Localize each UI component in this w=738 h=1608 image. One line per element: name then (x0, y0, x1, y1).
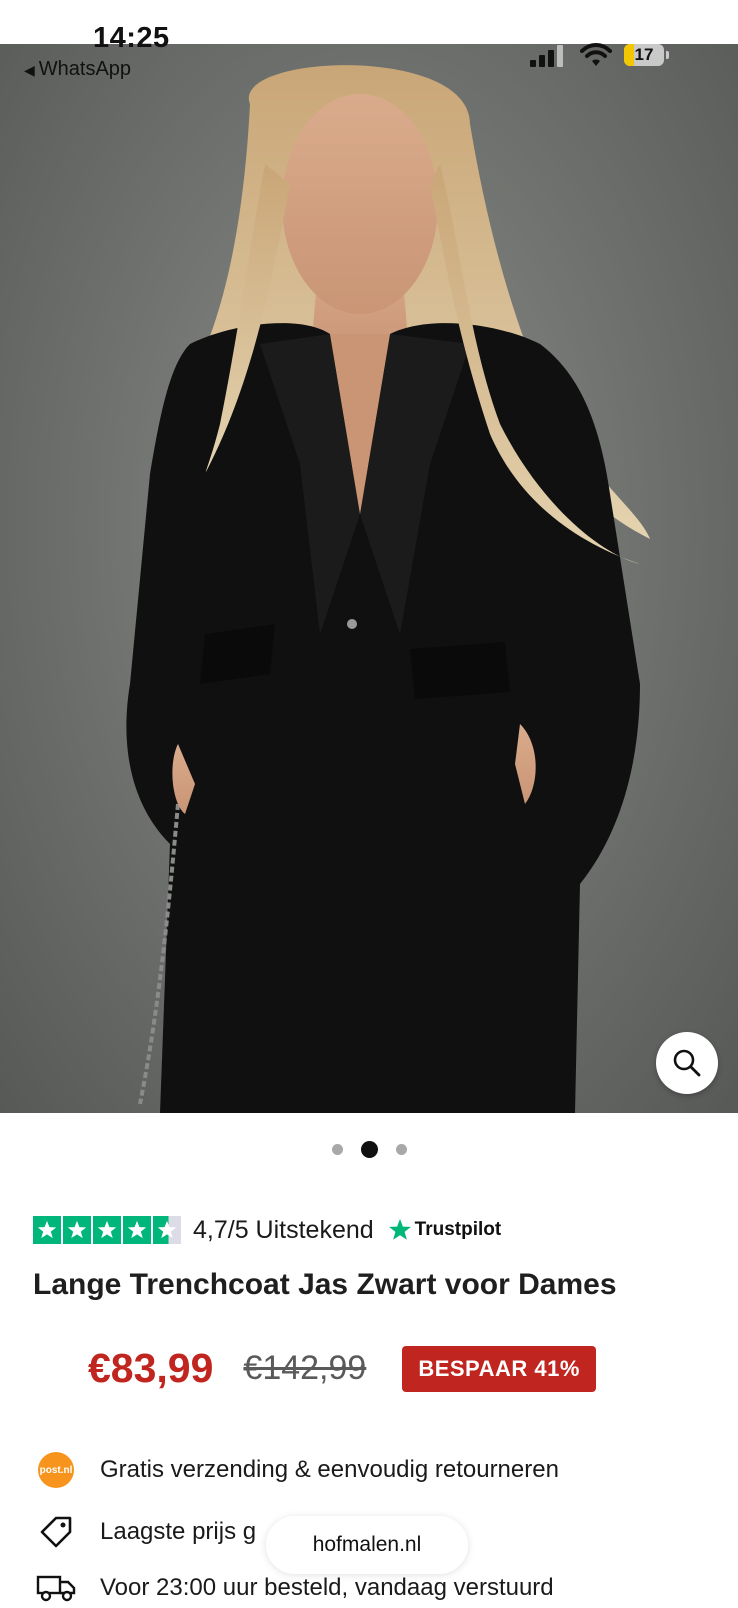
usp-lowest-price: Laagste prijs g (36, 1512, 256, 1552)
discount-badge: BESPAAR 41% (402, 1345, 596, 1392)
usp-text: Voor 23:00 uur besteld, vandaag verstuur… (100, 1574, 554, 1601)
carousel-dots (0, 1141, 738, 1158)
battery-percentage: 17 (634, 45, 654, 64)
status-time: 14:25 (93, 22, 170, 54)
usp-delivery: Voor 23:00 uur besteld, vandaag verstuur… (36, 1568, 554, 1608)
star-icon (153, 1216, 181, 1244)
cellular-signal-icon (530, 45, 563, 67)
carousel-dot[interactable] (331, 1144, 343, 1155)
carousel-dot[interactable] (360, 1141, 378, 1158)
star-icon (93, 1216, 121, 1244)
star-rating (33, 1216, 181, 1244)
url-text: hofmalen.nl (312, 1533, 422, 1556)
rating-score-text: 4,7/5 Uitstekend (193, 1215, 374, 1244)
back-to-app-link[interactable]: ◀ WhatsApp (24, 58, 131, 81)
battery-tip (666, 51, 669, 59)
star-icon (123, 1216, 151, 1244)
carousel-dot[interactable] (395, 1144, 407, 1155)
usp-text: Gratis verzending & eenvoudig retournere… (100, 1456, 559, 1483)
price-row: €83,99 €142,99 BESPAAR 41% (88, 1345, 596, 1392)
back-app-label: WhatsApp (38, 58, 132, 80)
trustpilot-star-icon (388, 1219, 411, 1240)
original-price: €142,99 (243, 1349, 367, 1387)
usp-free-shipping: post.nl Gratis verzending & eenvoudig re… (36, 1450, 559, 1490)
browser-address-bar[interactable]: hofmalen.nl (266, 1516, 468, 1574)
postnl-icon: post.nl (36, 1450, 76, 1490)
star-icon (33, 1216, 61, 1244)
delivery-truck-icon (36, 1568, 76, 1608)
model-illustration (126, 65, 650, 1113)
star-icon (63, 1216, 91, 1244)
back-triangle-icon: ◀ (24, 62, 35, 78)
battery-icon: 17 (624, 44, 664, 66)
zoom-image-button[interactable] (656, 1032, 718, 1094)
current-price: €83,99 (88, 1345, 214, 1391)
postnl-logo-text: post.nl (38, 1452, 74, 1488)
trustpilot-logo[interactable]: Trustpilot (388, 1218, 502, 1242)
wifi-icon (580, 43, 612, 66)
product-title: Lange Trenchcoat Jas Zwart voor Dames (33, 1268, 617, 1301)
magnifier-icon (673, 1049, 701, 1077)
trustpilot-label: Trustpilot (414, 1219, 502, 1240)
price-tag-icon (36, 1512, 76, 1552)
product-image[interactable] (0, 44, 738, 1113)
rating-row[interactable]: 4,7/5 Uitstekend Trustpilot (33, 1215, 501, 1245)
usp-text: Laagste prijs g (100, 1518, 257, 1545)
